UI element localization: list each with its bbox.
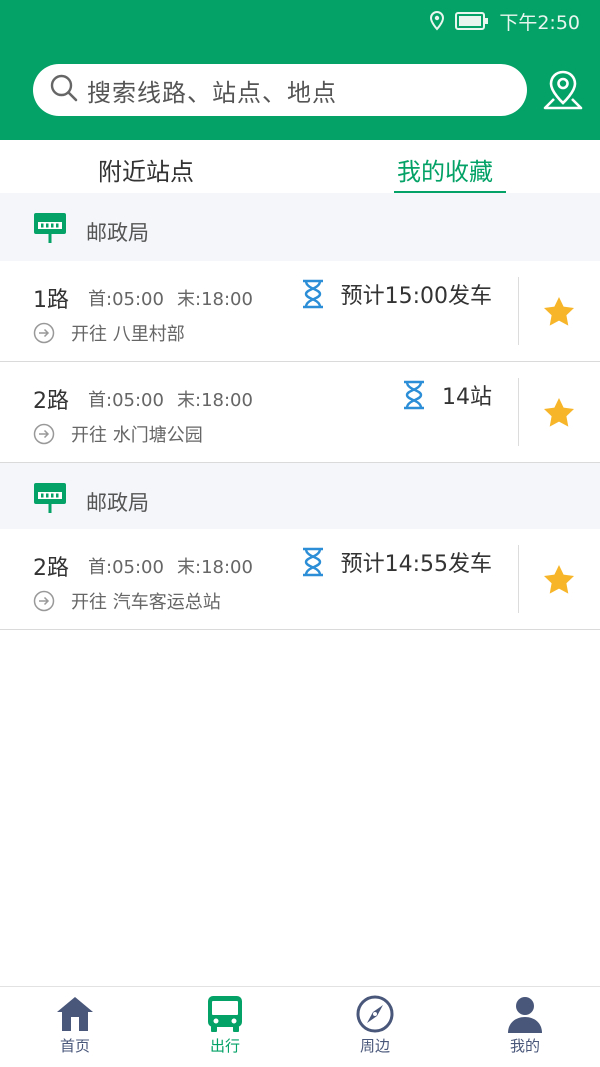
station-name: 邮政局 (86, 221, 149, 245)
status-bar: 下午2:50 (429, 8, 580, 34)
divider (518, 545, 519, 613)
route-row[interactable]: 1路 首:05:00 末:18:00 预计15:00发车 开往 八里村部 (0, 261, 600, 362)
divider (518, 277, 519, 345)
nav-travel[interactable]: 出行 (175, 995, 275, 1056)
map-pin-icon (543, 70, 583, 110)
favorite-star-icon[interactable] (542, 295, 576, 329)
arrival-status: 14站 (402, 379, 492, 411)
route-name: 2路 (33, 556, 69, 581)
nav-nearby[interactable]: 周边 (325, 995, 425, 1056)
bus-stop-icon (33, 482, 67, 518)
last-bus-time: 末:18:00 (177, 289, 253, 310)
arrow-circle-icon (33, 322, 55, 344)
nav-mine[interactable]: 我的 (475, 995, 575, 1056)
bottom-nav: 首页 出行 周边 我的 (0, 986, 600, 1067)
search-icon (49, 73, 79, 107)
route-name: 1路 (33, 288, 69, 313)
tab-bar: 附近站点 我的收藏 (0, 140, 600, 193)
search-input[interactable]: 搜索线路、站点、地点 (33, 64, 527, 116)
hourglass-icon (302, 279, 323, 309)
status-time: 下午2:50 (499, 11, 580, 34)
battery-icon (455, 12, 489, 30)
nav-label: 周边 (359, 1037, 390, 1055)
nav-label: 我的 (509, 1037, 540, 1055)
last-bus-time: 末:18:00 (177, 390, 253, 411)
arrow-circle-icon (33, 423, 55, 445)
destination-text: 开往 水门塘公园 (71, 425, 203, 446)
compass-icon (356, 995, 394, 1033)
station-header[interactable]: 邮政局 (0, 463, 600, 531)
arrival-status-text: 预计14:55发车 (340, 552, 492, 577)
divider (518, 378, 519, 446)
user-icon (508, 997, 542, 1033)
destination-text: 开往 汽车客运总站 (71, 592, 221, 613)
first-bus-time: 首:05:00 (88, 557, 164, 578)
destination-text: 开往 八里村部 (71, 324, 185, 345)
arrival-status-text: 14站 (442, 385, 492, 410)
route-destination: 开往 八里村部 (33, 320, 185, 346)
station-name: 邮政局 (86, 491, 149, 515)
nav-label: 首页 (59, 1037, 90, 1055)
tab-my-favorites[interactable]: 我的收藏 (397, 152, 493, 187)
first-bus-time: 首:05:00 (88, 289, 164, 310)
route-name: 2路 (33, 389, 69, 414)
arrival-status-text: 预计15:00发车 (340, 284, 492, 309)
tab-nearby-stations[interactable]: 附近站点 (98, 152, 194, 187)
hourglass-icon (404, 380, 424, 410)
first-bus-time: 首:05:00 (88, 390, 164, 411)
nav-home[interactable]: 首页 (25, 995, 125, 1056)
route-destination: 开往 水门塘公园 (33, 421, 203, 447)
app-header: 下午2:50 搜索线路、站点、地点 (0, 0, 600, 140)
bus-stop-icon (33, 212, 67, 248)
favorite-star-icon[interactable] (542, 563, 576, 597)
search-placeholder: 搜索线路、站点、地点 (87, 78, 337, 107)
station-header[interactable]: 邮政局 (0, 193, 600, 261)
route-row[interactable]: 2路 首:05:00 末:18:00 预计14:55发车 开往 汽车客运总站 (0, 529, 600, 630)
home-icon (57, 997, 93, 1031)
last-bus-time: 末:18:00 (177, 557, 253, 578)
arrow-circle-icon (33, 590, 55, 612)
arrival-status: 预计15:00发车 (301, 278, 492, 310)
favorite-star-icon[interactable] (542, 396, 576, 430)
hourglass-icon (302, 547, 323, 577)
arrival-status: 预计14:55发车 (301, 546, 492, 578)
location-status-icon (429, 11, 445, 31)
nav-label: 出行 (209, 1037, 240, 1055)
route-row[interactable]: 2路 首:05:00 末:18:00 14站 开往 水门塘公园 (0, 362, 600, 463)
route-destination: 开往 汽车客运总站 (33, 588, 221, 614)
map-location-button[interactable] (541, 68, 585, 112)
bus-icon (208, 996, 242, 1032)
